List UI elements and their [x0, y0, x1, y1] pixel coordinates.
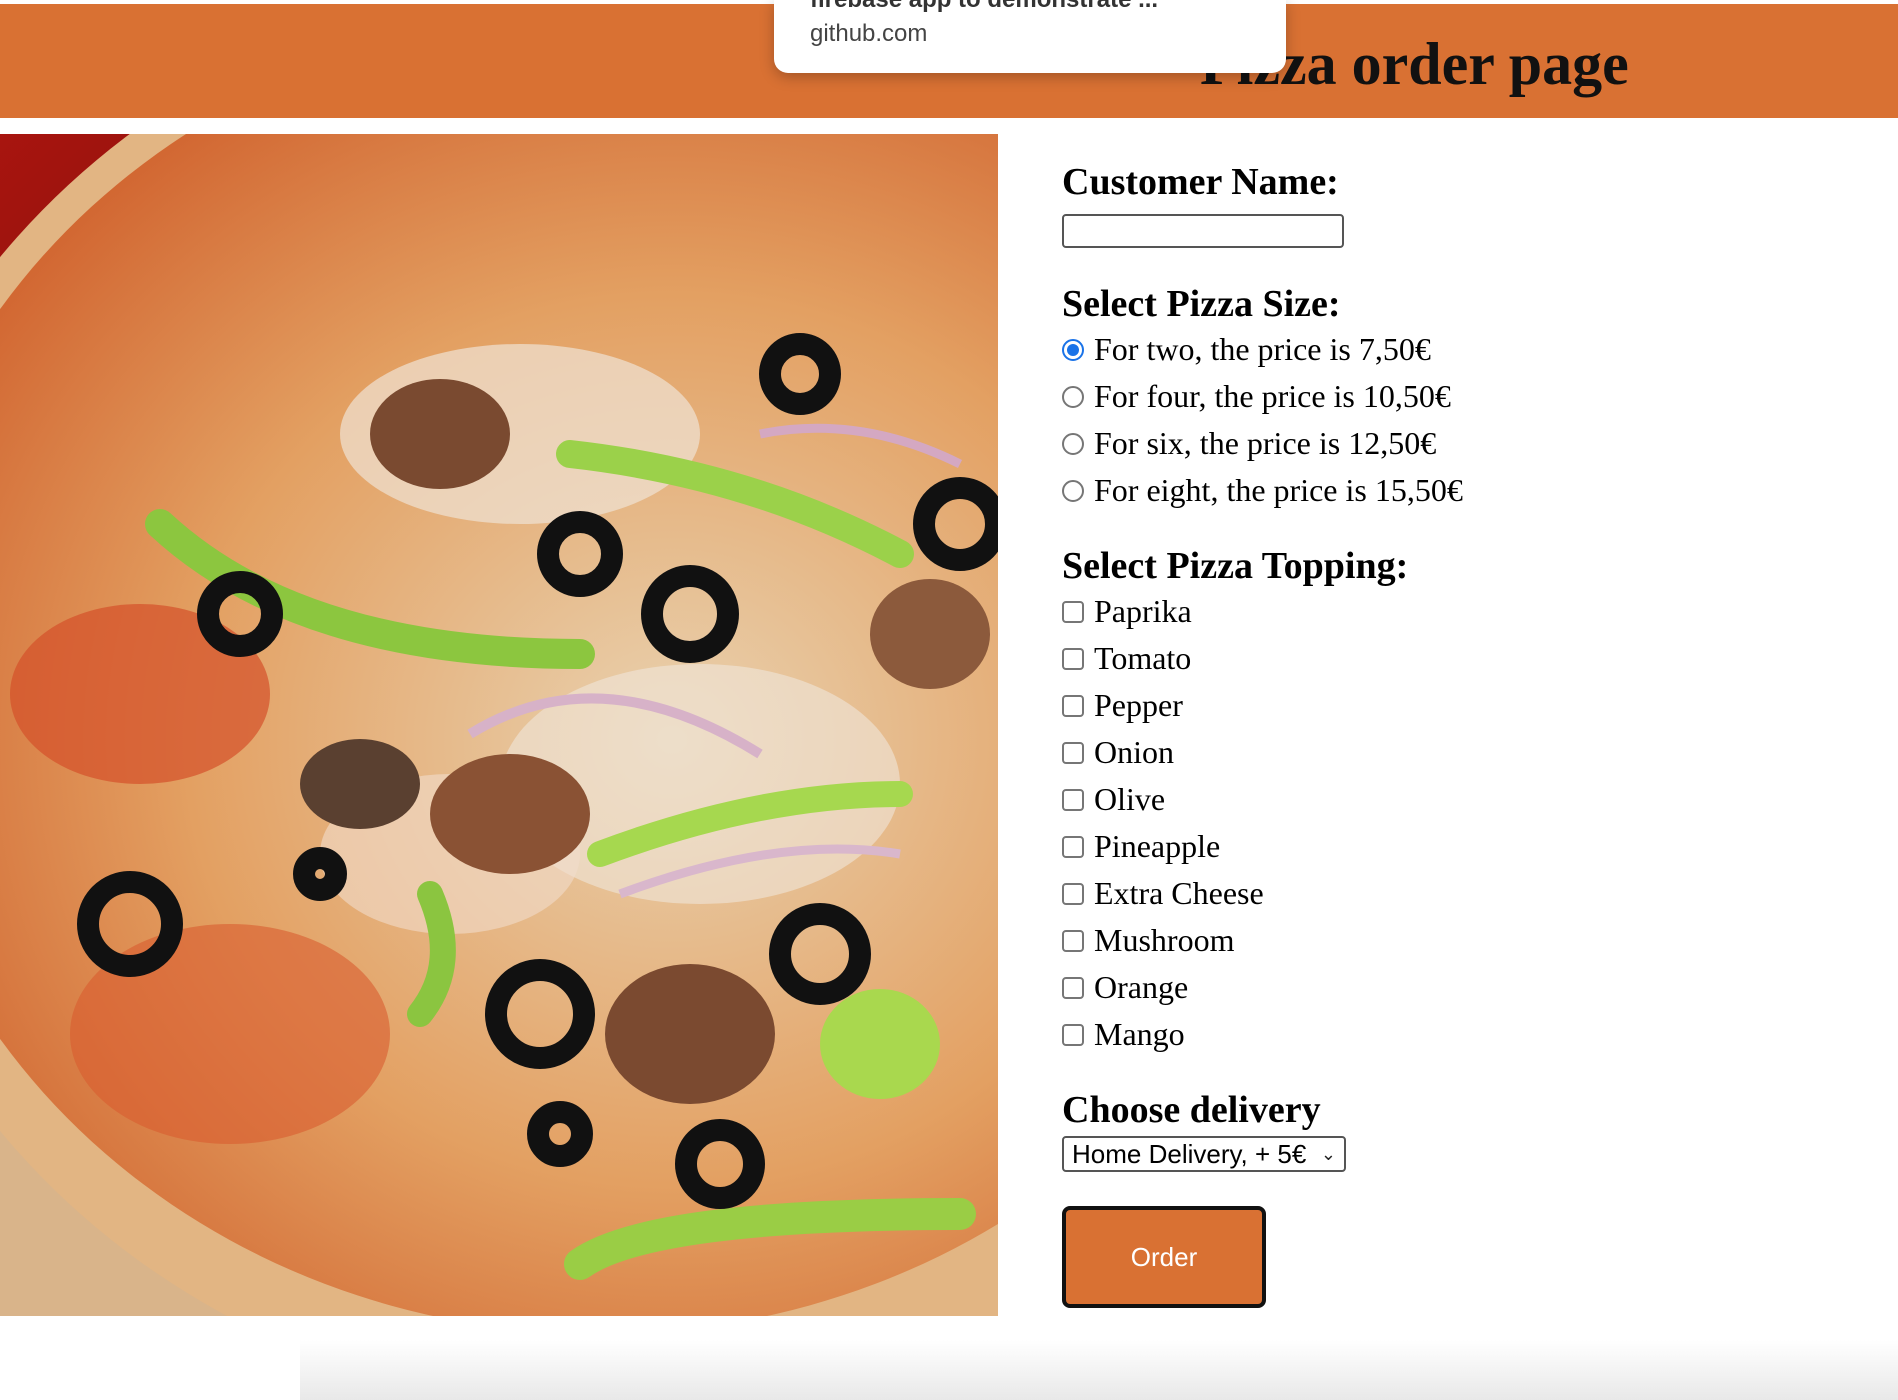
- size-two-radio[interactable]: [1062, 338, 1084, 361]
- tomato-label: Tomato: [1094, 640, 1192, 676]
- topping-paprika[interactable]: Paprika: [1062, 588, 1822, 635]
- delivery-label: Choose delivery: [1062, 1089, 1321, 1131]
- topping-section: Select Pizza Topping: Paprika Tomato Pep…: [1062, 544, 1822, 1058]
- topping-pepper[interactable]: Pepper: [1062, 682, 1822, 729]
- onion-label: Onion: [1094, 734, 1174, 770]
- order-button[interactable]: Order: [1062, 1206, 1266, 1308]
- chevron-down-icon: ⌄: [1320, 1143, 1336, 1164]
- extra-cheese-checkbox[interactable]: [1062, 882, 1084, 905]
- size-six-radio[interactable]: [1062, 432, 1084, 455]
- topping-orange[interactable]: Orange: [1062, 964, 1822, 1011]
- size-option-two[interactable]: For two, the price is 7,50€: [1062, 326, 1822, 373]
- bottom-shadow: [300, 1340, 1898, 1400]
- size-four-label: For four, the price is 10,50€: [1094, 378, 1451, 414]
- tooltip-title: firebase app to demonstrate ...: [810, 0, 1158, 14]
- paprika-label: Paprika: [1094, 593, 1192, 629]
- size-four-radio[interactable]: [1062, 385, 1084, 408]
- pineapple-label: Pineapple: [1094, 828, 1221, 864]
- delivery-select[interactable]: Home Delivery, + 5€ ⌄: [1062, 1136, 1346, 1172]
- olive-checkbox[interactable]: [1062, 788, 1084, 811]
- customer-name-label: Customer Name:: [1062, 161, 1339, 203]
- tooltip-url: github.com: [810, 20, 928, 47]
- size-label: Select Pizza Size:: [1062, 283, 1341, 325]
- order-button-label: Order: [1130, 1241, 1198, 1272]
- size-six-label: For six, the price is 12,50€: [1094, 425, 1437, 461]
- mango-label: Mango: [1094, 1016, 1185, 1052]
- topping-tomato[interactable]: Tomato: [1062, 635, 1822, 682]
- topping-olive[interactable]: Olive: [1062, 776, 1822, 823]
- mushroom-label: Mushroom: [1094, 922, 1235, 958]
- tomato-checkbox[interactable]: [1062, 647, 1084, 670]
- delivery-section: Choose delivery Home Delivery, + 5€ ⌄: [1062, 1088, 1822, 1172]
- olive-label: Olive: [1094, 781, 1166, 817]
- orange-label: Orange: [1094, 969, 1189, 1005]
- pepper-label: Pepper: [1094, 687, 1183, 723]
- mango-checkbox[interactable]: [1062, 1023, 1084, 1046]
- size-eight-label: For eight, the price is 15,50€: [1094, 472, 1463, 508]
- size-eight-radio[interactable]: [1062, 479, 1084, 502]
- topping-mushroom[interactable]: Mushroom: [1062, 917, 1822, 964]
- size-two-label: For two, the price is 7,50€: [1094, 331, 1431, 367]
- paprika-checkbox[interactable]: [1062, 600, 1084, 623]
- page: Pizza order page firebase app to demonst…: [0, 0, 1898, 1400]
- topping-pineapple[interactable]: Pineapple: [1062, 823, 1822, 870]
- size-option-four[interactable]: For four, the price is 10,50€: [1062, 373, 1822, 420]
- topping-mango[interactable]: Mango: [1062, 1011, 1822, 1058]
- topping-label: Select Pizza Topping:: [1062, 545, 1409, 587]
- onion-checkbox[interactable]: [1062, 741, 1084, 764]
- orange-checkbox[interactable]: [1062, 976, 1084, 999]
- topping-onion[interactable]: Onion: [1062, 729, 1822, 776]
- size-section: Select Pizza Size: For two, the price is…: [1062, 282, 1822, 514]
- pizza-image: [0, 134, 998, 1316]
- mushroom-checkbox[interactable]: [1062, 929, 1084, 952]
- size-option-eight[interactable]: For eight, the price is 15,50€: [1062, 467, 1822, 514]
- extra-cheese-label: Extra Cheese: [1094, 875, 1264, 911]
- delivery-selected-value: Home Delivery, + 5€: [1072, 1138, 1307, 1169]
- link-tooltip: firebase app to demonstrate ... github.c…: [774, 0, 1286, 73]
- size-option-six[interactable]: For six, the price is 12,50€: [1062, 420, 1822, 467]
- order-form: Customer Name: Select Pizza Size: For tw…: [1062, 160, 1822, 1308]
- pepper-checkbox[interactable]: [1062, 694, 1084, 717]
- customer-name-input[interactable]: [1062, 214, 1344, 248]
- topping-extra-cheese[interactable]: Extra Cheese: [1062, 870, 1822, 917]
- pineapple-checkbox[interactable]: [1062, 835, 1084, 858]
